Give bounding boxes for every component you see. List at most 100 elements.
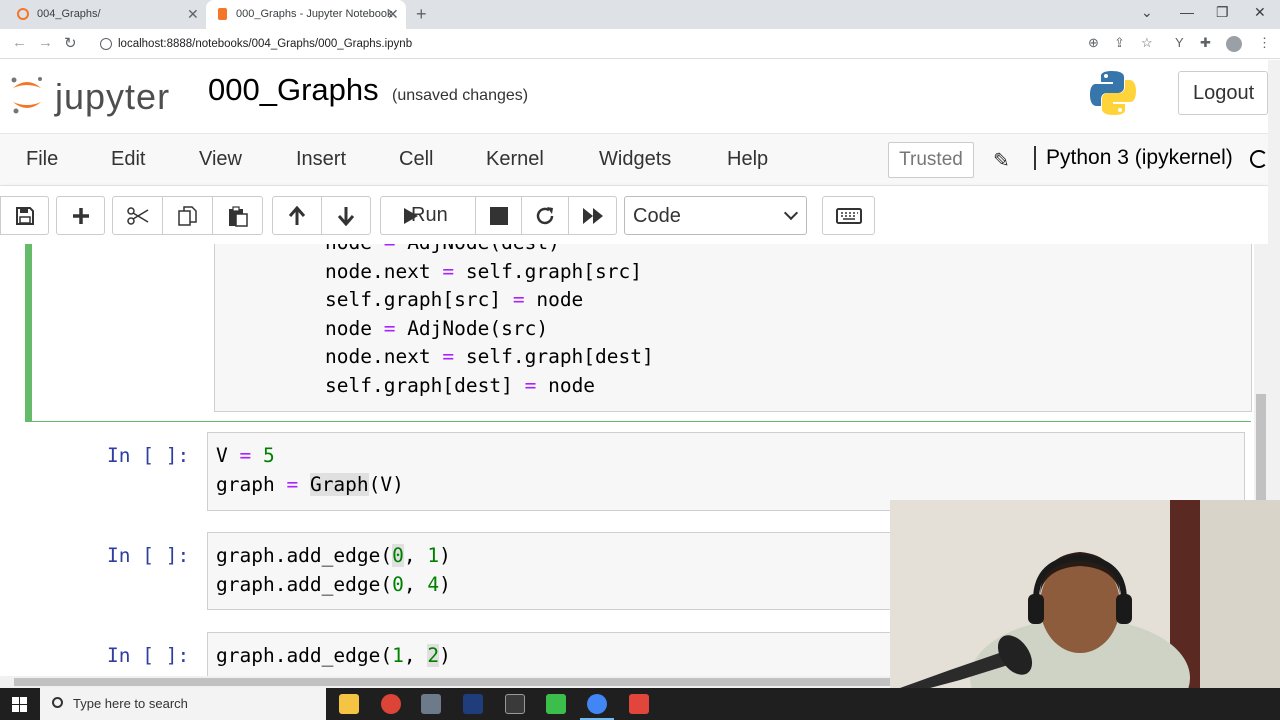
chrome-active-icon[interactable] (587, 694, 607, 714)
camtasia-green-icon[interactable] (546, 694, 566, 714)
tab-search-icon[interactable]: ⌄ (1141, 4, 1153, 21)
taskbar-search-box[interactable]: Type here to search (40, 688, 326, 720)
plus-icon (72, 207, 89, 224)
address-bar-row: ← → ↻ localhost:8888/notebooks/004_Graph… (0, 29, 1280, 59)
move-cell-down-button[interactable] (321, 196, 371, 235)
camera-app-icon[interactable] (421, 694, 441, 714)
paste-button[interactable] (212, 196, 263, 235)
share-icon[interactable]: ⇪ (1114, 35, 1125, 51)
keyboard-icon (835, 207, 862, 224)
copy-button[interactable] (162, 196, 213, 235)
save-icon (15, 206, 34, 225)
menu-help[interactable]: Help (727, 148, 768, 171)
menu-insert[interactable]: Insert (296, 148, 346, 171)
arrow-up-icon (288, 205, 306, 225)
restore-icon[interactable]: ❐ (1216, 4, 1229, 21)
tab-004-graphs[interactable]: 004_Graphs/ ✕ (0, 0, 205, 29)
jupyter-logo[interactable]: jupyter (8, 70, 188, 120)
kernel-status-icon (1250, 150, 1268, 168)
screen: 004_Graphs/ ✕ 000_Graphs - Jupyter Noteb… (0, 0, 1280, 720)
stop-icon (489, 206, 508, 225)
notebook-toolbar: Run Code (0, 186, 1268, 244)
cell-type-select[interactable]: Code (624, 196, 807, 235)
menu-edit[interactable]: Edit (111, 148, 145, 171)
interrupt-kernel-button[interactable] (475, 196, 522, 235)
reload-icon[interactable]: ↻ (64, 34, 77, 52)
close-window-icon[interactable]: ✕ (1254, 4, 1266, 21)
menu-cell[interactable]: Cell (399, 148, 433, 171)
url-field[interactable]: localhost:8888/notebooks/004_Graphs/000_… (96, 33, 1096, 55)
code-line: graph = Graph(V) (216, 472, 404, 496)
browser-tab-strip: 004_Graphs/ ✕ 000_Graphs - Jupyter Noteb… (0, 0, 1280, 29)
forward-icon[interactable]: → (38, 34, 53, 51)
cell-input-area[interactable]: node = AdjNode(dest) node.next = self.gr… (214, 244, 1252, 412)
code-editor[interactable]: node = AdjNode(dest) node.next = self.gr… (325, 244, 654, 400)
code-line: node = AdjNode(src) (325, 316, 549, 340)
extensions-puzzle-icon[interactable]: ✚ (1200, 35, 1211, 51)
file-explorer-icon[interactable] (339, 694, 359, 714)
save-button[interactable] (0, 196, 49, 235)
play-icon (404, 207, 418, 224)
restart-run-all-button[interactable] (568, 196, 617, 235)
close-tab-icon[interactable]: ✕ (187, 0, 199, 29)
search-icon (52, 697, 63, 708)
code-line: self.graph[src] = node (325, 288, 584, 311)
save-status: (unsaved changes) (392, 87, 529, 104)
trusted-indicator[interactable]: Trusted (888, 142, 974, 178)
scissors-icon (126, 206, 148, 225)
move-cell-up-button[interactable] (272, 196, 322, 235)
menu-view[interactable]: View (199, 148, 242, 171)
cell-type-value: Code (633, 205, 681, 227)
menubar: File Edit View Insert Cell Kernel Widget… (0, 133, 1268, 186)
site-info-icon[interactable] (100, 38, 112, 50)
close-tab-icon[interactable]: ✕ (387, 0, 399, 29)
arrow-down-icon (337, 206, 355, 226)
code-line: node.next = self.graph[dest] (325, 345, 654, 368)
restart-kernel-button[interactable] (521, 196, 569, 235)
code-editor[interactable]: graph.add_edge(1, 2) (216, 642, 451, 671)
insert-cell-button[interactable] (56, 196, 105, 235)
jupyter-favicon-icon (17, 8, 29, 20)
bookmark-star-icon[interactable]: ☆ (1141, 35, 1153, 51)
notebook-title[interactable]: 000_Graphs (208, 72, 379, 108)
windows-taskbar: Type here to search (0, 688, 1280, 720)
scrollbar-thumb[interactable] (1256, 394, 1266, 504)
extension-y-icon[interactable]: Y (1175, 35, 1184, 50)
code-line: graph.add_edge(0, 1) (216, 544, 451, 567)
edit-mode-pencil-icon: ✎ (993, 150, 1010, 172)
back-icon[interactable]: ← (12, 34, 27, 51)
browser-menu-icon[interactable]: ⋮ (1258, 35, 1271, 51)
menu-widgets[interactable]: Widgets (599, 148, 671, 171)
code-editor[interactable]: V = 5 graph = Graph(V) (216, 442, 404, 499)
presenter-video-image (890, 500, 1280, 688)
kernel-name[interactable]: Python 3 (ipykernel) (1034, 146, 1233, 170)
terminal-icon[interactable] (463, 694, 483, 714)
menu-kernel[interactable]: Kernel (486, 148, 544, 171)
tab-label: 000_Graphs - Jupyter Notebook (236, 8, 393, 20)
cut-button[interactable] (112, 196, 163, 235)
windows-start-icon[interactable] (12, 697, 27, 712)
profile-avatar-icon[interactable] (1226, 36, 1242, 52)
notebook-favicon-icon (218, 8, 227, 20)
zoom-icon[interactable]: ⊕ (1088, 35, 1099, 51)
tab-label: 004_Graphs/ (37, 8, 101, 20)
jupyter-logo-icon (11, 77, 42, 114)
code-line: node = AdjNode(dest) (325, 244, 560, 254)
python-logo-icon (1090, 71, 1136, 115)
input-prompt: In [ ]: (107, 644, 190, 667)
code-line: V = 5 (216, 444, 275, 467)
run-button[interactable]: Run (380, 196, 476, 235)
editor-icon[interactable] (505, 694, 525, 714)
search-placeholder: Type here to search (73, 696, 188, 711)
code-editor[interactable]: graph.add_edge(0, 1) graph.add_edge(0, 4… (216, 542, 451, 599)
new-tab-button[interactable]: + (416, 4, 427, 25)
chrome-icon[interactable] (381, 694, 401, 714)
selected-code-cell[interactable]: node = AdjNode(dest) node.next = self.gr… (25, 244, 1252, 422)
minimize-icon[interactable]: — (1180, 4, 1194, 20)
logout-button[interactable]: Logout (1178, 71, 1268, 115)
menu-file[interactable]: File (26, 148, 58, 171)
tab-000-graphs[interactable]: 000_Graphs - Jupyter Notebook ✕ (206, 0, 406, 29)
camtasia-red-icon[interactable] (629, 694, 649, 714)
command-palette-button[interactable] (822, 196, 875, 235)
notebook-header: jupyter 000_Graphs (unsaved changes) Log… (0, 60, 1268, 133)
